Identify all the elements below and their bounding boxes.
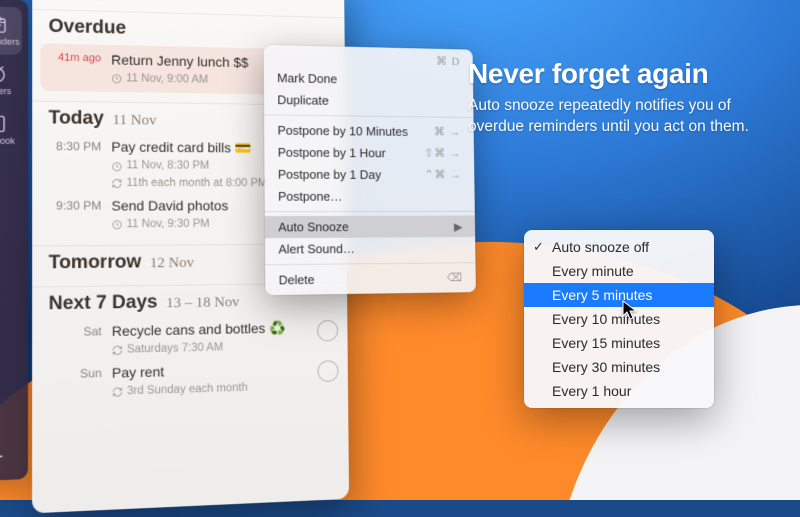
promo-headline: Never forget again — [468, 58, 788, 90]
reminder-day: Sat — [49, 322, 102, 339]
book-icon — [0, 114, 7, 134]
reminder-repeat: 11th each month at 8:00 PM — [126, 176, 267, 191]
overdue-age: 41m ago — [49, 49, 102, 64]
reminder-day: Sun — [49, 364, 102, 381]
clock-icon — [111, 161, 122, 172]
section-title: Tomorrow — [49, 251, 142, 273]
search-field[interactable]: Search — [32, 0, 344, 17]
menu-item-duplicate[interactable]: Duplicate — [264, 89, 474, 114]
section-date: 12 Nov — [150, 255, 194, 271]
submenu-item-off[interactable]: Auto snooze off — [524, 235, 714, 259]
reminder-repeat: 3rd Sunday each month — [127, 381, 248, 400]
search-icon — [44, 0, 57, 1]
mouse-cursor-icon — [622, 300, 638, 322]
sidebar-item-logbook[interactable]: Logbook — [0, 106, 22, 154]
clock-icon — [111, 73, 122, 84]
menu-item-auto-snooze[interactable]: Auto Snooze▶ — [265, 216, 475, 239]
section-title: Today — [49, 108, 104, 129]
section-title: Next 7 Days — [49, 292, 158, 314]
submenu-item-1m[interactable]: Every minute — [524, 259, 714, 283]
menu-item-alert-sound[interactable]: Alert Sound… — [265, 237, 476, 260]
reminder-time: 9:30 PM — [49, 197, 102, 213]
repeat-icon — [112, 345, 123, 356]
reminder-datetime: 11 Nov, 9:00 AM — [126, 72, 208, 88]
repeat-icon — [111, 178, 122, 189]
menu-item-postpone-10m[interactable]: Postpone by 10 Minutes⌘ → — [264, 119, 474, 143]
calendar-check-icon — [0, 14, 8, 34]
reminder-datetime: 11 Nov, 8:30 PM — [126, 159, 209, 175]
sidebar-item-label: Reminders — [0, 36, 20, 47]
search-placeholder: Search — [64, 0, 105, 3]
chevron-right-icon: ▶ — [454, 220, 463, 233]
submenu-item-10m[interactable]: Every 10 minutes — [524, 307, 714, 331]
menu-item-postpone-1h[interactable]: Postpone by 1 Hour⇧⌘ → — [264, 141, 474, 164]
complete-toggle[interactable] — [317, 360, 338, 382]
repeat-icon — [112, 387, 123, 398]
clock-icon — [112, 220, 123, 231]
menu-item-delete[interactable]: Delete⌫ — [265, 267, 476, 291]
sidebar-item-label: Logbook — [0, 136, 15, 146]
section-date: 13 – 18 Nov — [166, 294, 239, 311]
sidebar-rail: Reminders Timers Logbook + — [0, 0, 28, 482]
menu-item-postpone-1d[interactable]: Postpone by 1 Day⌃⌘ → — [264, 163, 474, 186]
section-date: 11 Nov — [113, 113, 157, 129]
submenu-item-30m[interactable]: Every 30 minutes — [524, 355, 714, 379]
reminder-time: 8:30 PM — [49, 138, 102, 154]
menu-item-postpone-custom[interactable]: Postpone… — [265, 185, 475, 207]
promo-copy: Never forget again Auto snooze repeatedl… — [468, 58, 788, 138]
sidebar-item-reminders[interactable]: Reminders — [0, 6, 22, 55]
submenu-item-15m[interactable]: Every 15 minutes — [524, 331, 714, 355]
reminder-row[interactable]: Sun Pay rent 3rd Sunday each month — [32, 354, 348, 404]
promo-body: Auto snooze repeatedly notifies you of o… — [468, 96, 788, 138]
complete-toggle[interactable] — [317, 320, 338, 342]
reminder-repeat: Saturdays 7:30 AM — [127, 340, 223, 357]
add-button[interactable]: + — [0, 443, 3, 470]
context-menu: ⌘ D Mark Done Duplicate Postpone by 10 M… — [264, 45, 476, 295]
alarm-clock-icon — [0, 64, 8, 84]
submenu-item-5m[interactable]: Every 5 minutes — [524, 283, 714, 307]
section-title: Overdue — [49, 16, 127, 38]
sidebar-item-timers[interactable]: Timers — [0, 56, 22, 105]
sidebar-item-label: Timers — [0, 86, 11, 96]
reminder-datetime: 11 Nov, 9:30 PM — [127, 217, 210, 232]
reminder-title: Recycle cans and bottles ♻️ — [112, 318, 308, 340]
auto-snooze-submenu: Auto snooze off Every minute Every 5 min… — [524, 230, 714, 408]
submenu-item-1h[interactable]: Every 1 hour — [524, 379, 714, 403]
